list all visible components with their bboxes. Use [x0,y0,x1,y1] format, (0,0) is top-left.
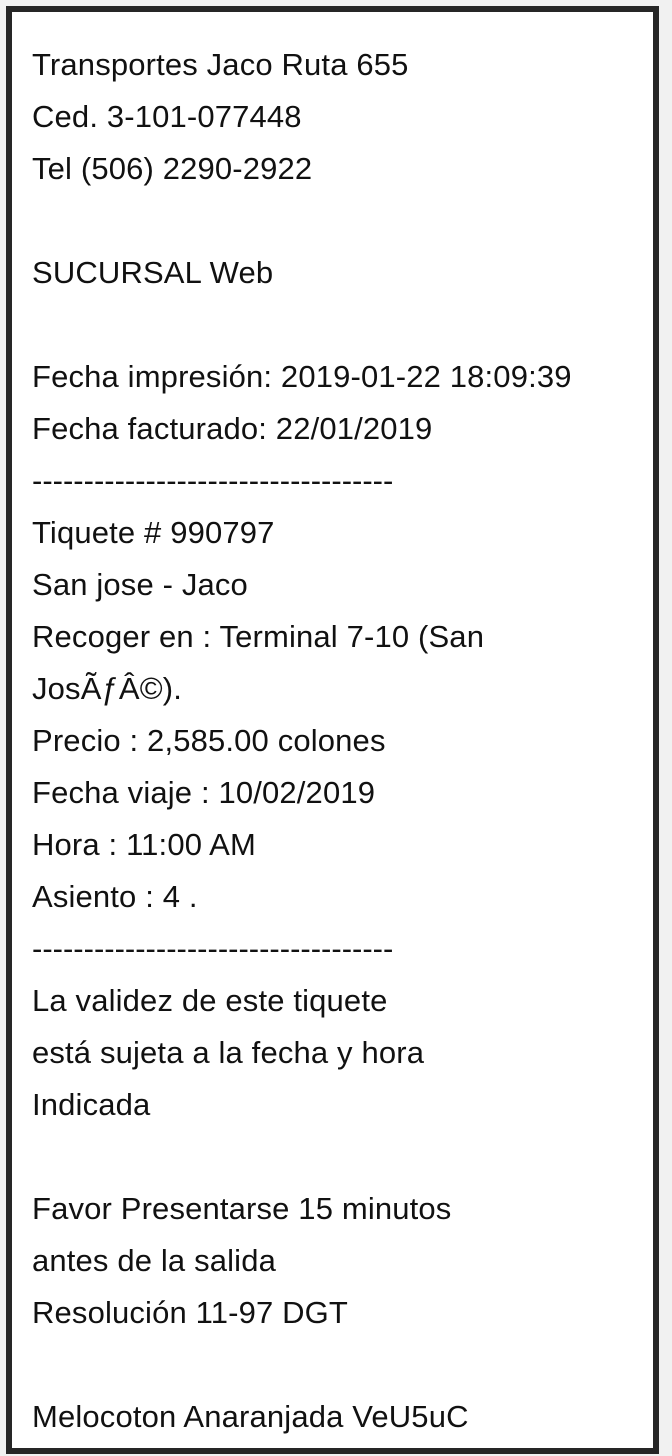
ticket-content: Transportes Jaco Ruta 655 Ced. 3-101-077… [32,39,653,1443]
resolution-note: Resolución 11-97 DGT [32,1295,349,1330]
pickup-location-line1: Recoger en : Terminal 7-10 (San [32,619,485,654]
arrival-note-line1: Favor Presentarse 15 minutos [32,1191,452,1226]
ticket-code: Melocoton Anaranjada VeU5uC [32,1399,469,1434]
seat-number: Asiento : 4 . [32,879,198,914]
ticket-number: Tiquete # 990797 [32,515,275,550]
company-name: Transportes Jaco Ruta 655 [32,47,409,82]
divider-top: ----------------------------------- [32,463,394,498]
company-phone: Tel (506) 2290-2922 [32,151,313,186]
validity-note-line3: Indicada [32,1087,151,1122]
billed-date: Fecha facturado: 22/01/2019 [32,411,433,446]
validity-note-line2: está sujeta a la fecha y hora [32,1035,425,1070]
travel-date: Fecha viaje : 10/02/2019 [32,775,376,810]
divider-bottom: ----------------------------------- [32,931,394,966]
branch-name: SUCURSAL Web [32,255,274,290]
ticket-route: San jose - Jaco [32,567,248,602]
arrival-note-line2: antes de la salida [32,1243,276,1278]
company-cedula: Ced. 3-101-077448 [32,99,302,134]
print-date: Fecha impresión: 2019-01-22 18:09:39 [32,359,572,394]
ticket-price: Precio : 2,585.00 colones [32,723,386,758]
travel-time: Hora : 11:00 AM [32,827,256,862]
pickup-location-line2: JosÃƒÂ©). [32,671,182,706]
validity-note-line1: La validez de este tiquete [32,983,388,1018]
ticket-receipt: Transportes Jaco Ruta 655 Ced. 3-101-077… [6,6,659,1454]
